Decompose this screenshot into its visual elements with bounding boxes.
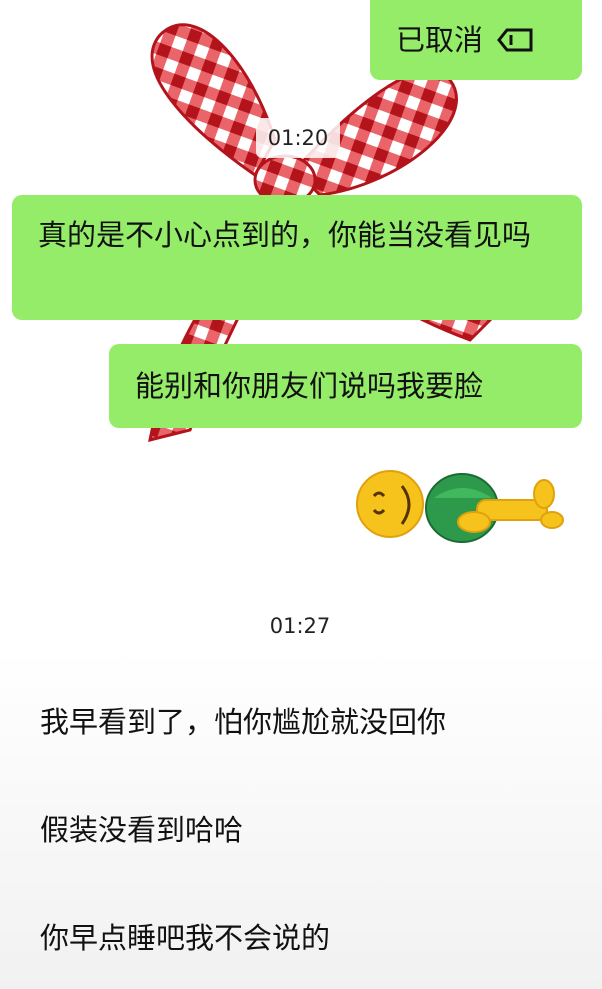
smirk-face-icon xyxy=(356,470,424,538)
sticker-message[interactable] xyxy=(352,458,572,550)
tag-icon xyxy=(497,28,533,52)
received-message-text[interactable]: 我早看到了，怕你尴尬就没回你 xyxy=(40,700,446,744)
sent-message-bubble[interactable]: 能别和你朋友们说吗我要脸 xyxy=(109,344,582,428)
timestamp: 01:20 xyxy=(256,118,340,158)
lying-figure-icon xyxy=(425,473,564,543)
received-message-text[interactable]: 假装没看到哈哈 xyxy=(40,808,243,852)
recalled-label: 已取消 xyxy=(396,23,484,57)
timestamp: 01:27 xyxy=(269,614,331,638)
recalled-message-bubble[interactable]: 已取消 xyxy=(370,0,582,80)
received-message-text[interactable]: 你早点睡吧我不会说的 xyxy=(40,916,330,960)
sent-message-bubble[interactable]: 真的是不小心点到的，你能当没看见吗 xyxy=(12,195,582,320)
